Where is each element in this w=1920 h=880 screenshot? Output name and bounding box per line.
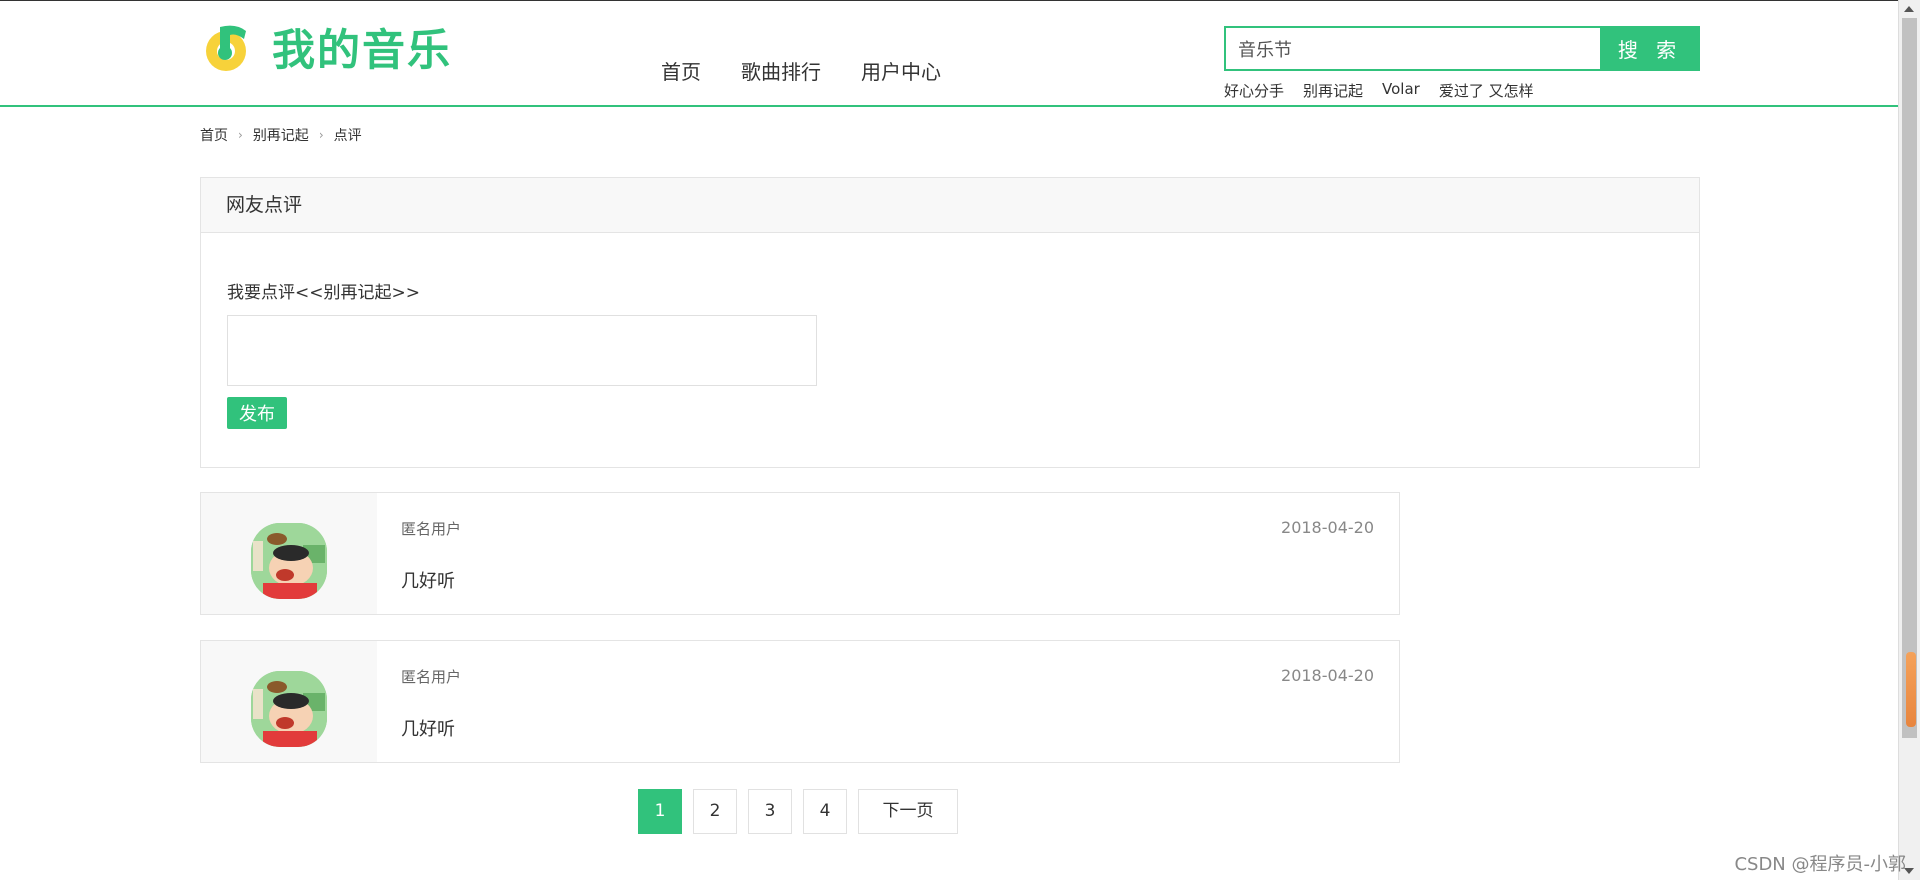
avatar (251, 671, 327, 747)
next-page-button[interactable]: 下一页 (858, 789, 958, 834)
comment-user: 匿名用户 (401, 668, 462, 686)
chevron-right-icon: › (238, 128, 243, 142)
hotword-link[interactable]: 别再记起 (1303, 80, 1363, 101)
breadcrumb-current: 点评 (333, 128, 362, 144)
page-button-3[interactable]: 3 (748, 789, 792, 834)
comment-avatar-area (201, 493, 377, 614)
breadcrumb-song[interactable]: 别再记起 (253, 125, 309, 145)
hotword-link[interactable]: 爱过了 又怎样 (1439, 80, 1534, 101)
avatar (251, 523, 327, 599)
cartoon-avatar-icon (251, 671, 327, 747)
comment-panel: 网友点评 我要点评<<别再记起>> 发布 (200, 177, 1700, 468)
comment-date: 2018-04-20 (1281, 666, 1374, 685)
search-input[interactable] (1224, 26, 1600, 71)
hot-search-words: 好心分手 别再记起 Volar 爱过了 又怎样 (1224, 80, 1553, 101)
publish-button[interactable]: 发布 (227, 397, 287, 429)
comment-prompt: 我要点评<<别再记起>> (227, 283, 420, 303)
comment-card: 匿名用户 2018-04-20 几好听 (200, 492, 1400, 615)
comment-date: 2018-04-20 (1281, 518, 1374, 537)
breadcrumb-home[interactable]: 首页 (200, 125, 228, 145)
scroll-track[interactable] (1902, 18, 1917, 738)
nav-item-user-center[interactable]: 用户中心 (861, 56, 941, 85)
search-button[interactable]: 搜 索 (1600, 26, 1700, 71)
breadcrumb: 首页 › 别再记起 › 点评 (200, 125, 362, 145)
comment-panel-title: 网友点评 (201, 178, 1699, 233)
hotword-link[interactable]: Volar (1382, 80, 1420, 101)
main-nav: 首页 歌曲排行 用户中心 (661, 56, 981, 85)
nav-item-song-ranking[interactable]: 歌曲排行 (741, 56, 821, 85)
comment-card: 匿名用户 2018-04-20 几好听 (200, 640, 1400, 763)
page-button-2[interactable]: 2 (693, 789, 737, 834)
comment-text: 几好听 (401, 571, 455, 592)
search-box: 搜 索 (1224, 26, 1700, 71)
vertical-scrollbar[interactable] (1898, 0, 1920, 880)
watermark: CSDN @程序员-小郭 (1734, 854, 1906, 875)
comment-avatar-area (201, 641, 377, 762)
scroll-thumb[interactable] (1906, 652, 1916, 727)
scroll-up-arrow-icon[interactable] (1904, 6, 1914, 12)
logo-text: 我的音乐 (272, 26, 452, 76)
comment-text: 几好听 (401, 719, 455, 740)
site-logo[interactable]: 我的音乐 (200, 19, 452, 76)
chevron-right-icon: › (318, 128, 324, 142)
comment-user: 匿名用户 (401, 520, 462, 538)
site-header: 我的音乐 首页 歌曲排行 用户中心 搜 索 好心分手 别再记起 Volar 爱过… (0, 1, 1898, 107)
page-button-4[interactable]: 4 (803, 789, 847, 834)
hotword-link[interactable]: 好心分手 (1224, 80, 1284, 101)
nav-item-home[interactable]: 首页 (661, 56, 701, 85)
comment-textarea[interactable] (227, 315, 817, 386)
pagination: 1 2 3 4 下一页 (638, 789, 969, 834)
cartoon-avatar-icon (251, 523, 327, 599)
music-note-logo-icon (206, 25, 246, 71)
page-button-1[interactable]: 1 (638, 789, 682, 834)
